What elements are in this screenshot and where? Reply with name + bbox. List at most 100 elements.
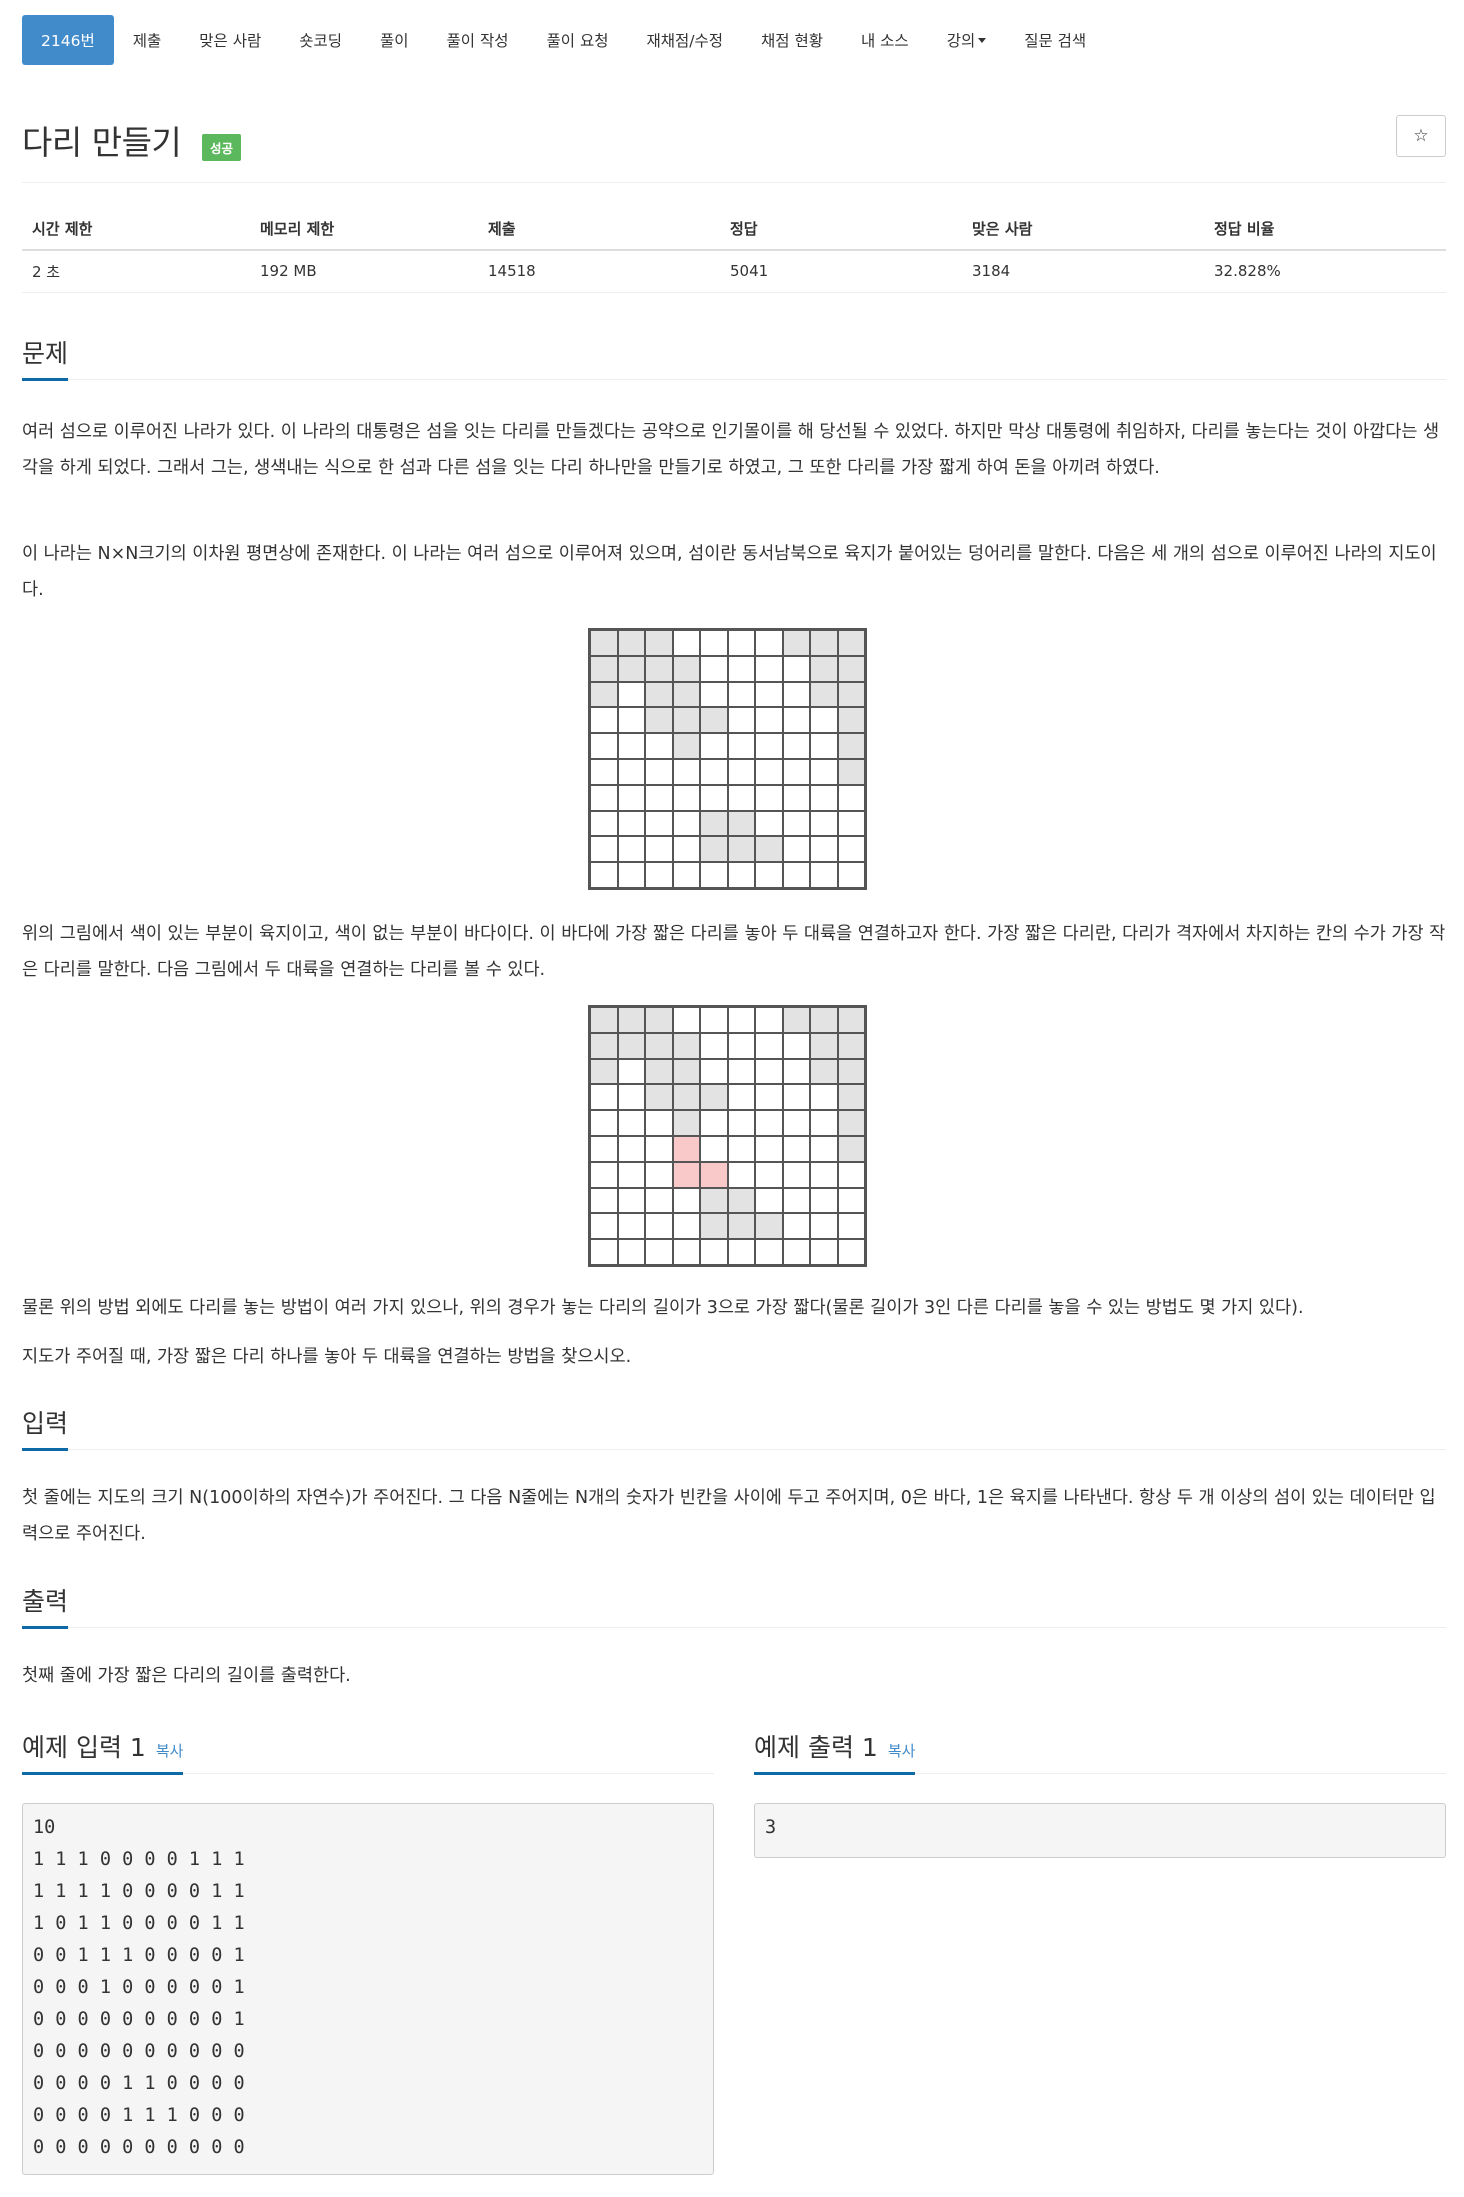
sea-cell bbox=[617, 784, 645, 811]
input-section-header: 입력 bbox=[22, 1396, 1446, 1451]
sea-cell bbox=[645, 733, 673, 759]
tab-solutions[interactable]: 풀이 bbox=[361, 15, 428, 65]
tab-problem[interactable]: 2146번 bbox=[22, 15, 114, 65]
sea-cell bbox=[810, 1213, 838, 1240]
land-cell bbox=[617, 630, 645, 656]
sea-cell bbox=[617, 1058, 645, 1085]
land-cell bbox=[755, 1213, 783, 1240]
tab-request-solution[interactable]: 풀이 요청 bbox=[528, 15, 628, 65]
sea-cell bbox=[782, 681, 810, 708]
table-cell: 14518 bbox=[478, 250, 720, 293]
sea-cell bbox=[782, 1032, 810, 1059]
sea-cell bbox=[782, 1110, 810, 1136]
sea-cell bbox=[645, 1135, 673, 1162]
problem-nav: 2146번 제출 맞은 사람 숏코딩 풀이 풀이 작성 풀이 요청 재채점/수정… bbox=[22, 15, 1105, 65]
land-cell bbox=[645, 630, 673, 656]
sea-cell bbox=[782, 1239, 810, 1265]
sea-cell bbox=[700, 1058, 728, 1085]
sea-cell bbox=[617, 1213, 645, 1240]
sea-cell bbox=[727, 707, 755, 734]
problem-info-table: 시간 제한 메모리 제한 제출 정답 맞은 사람 정답 비율 2 초 192 M… bbox=[22, 208, 1446, 293]
sea-cell bbox=[672, 862, 700, 888]
sea-cell bbox=[810, 862, 838, 888]
tab-solved-users[interactable]: 맞은 사람 bbox=[180, 15, 280, 65]
land-cell bbox=[645, 707, 673, 734]
tab-status[interactable]: 채점 현황 bbox=[742, 15, 842, 65]
land-cell bbox=[590, 1058, 618, 1085]
sea-cell bbox=[755, 1110, 783, 1136]
land-cell bbox=[727, 1213, 755, 1240]
land-cell bbox=[837, 655, 865, 682]
land-cell bbox=[672, 1058, 700, 1085]
land-cell bbox=[837, 758, 865, 785]
section-heading: 예제 출력 1 복사 bbox=[754, 1728, 916, 1775]
tab-submit[interactable]: 제출 bbox=[114, 15, 181, 65]
tab-lectures[interactable]: 강의 bbox=[928, 15, 1006, 65]
sea-cell bbox=[782, 1187, 810, 1214]
sea-cell bbox=[590, 707, 618, 734]
copy-output-link[interactable]: 복사 bbox=[888, 1742, 916, 1760]
land-cell bbox=[672, 655, 700, 682]
sea-cell bbox=[645, 836, 673, 863]
input-description: 첫 줄에는 지도의 크기 N(100이하의 자연수)가 주어진다. 그 다음 N… bbox=[22, 1488, 1436, 1544]
sea-cell bbox=[617, 1239, 645, 1265]
bridge-cell bbox=[672, 1161, 700, 1188]
table-header: 정답 bbox=[720, 208, 962, 251]
land-cell bbox=[645, 1032, 673, 1059]
sea-cell bbox=[782, 862, 810, 888]
section-heading: 문제 bbox=[22, 334, 69, 381]
sea-cell bbox=[590, 1161, 618, 1188]
table-header-row: 시간 제한 메모리 제한 제출 정답 맞은 사람 정답 비율 bbox=[22, 208, 1446, 251]
table-cell: 2 초 bbox=[22, 250, 250, 293]
sea-cell bbox=[727, 1058, 755, 1085]
sea-cell bbox=[617, 810, 645, 837]
tab-rejudge[interactable]: 재채점/수정 bbox=[627, 15, 742, 65]
sea-cell bbox=[727, 1135, 755, 1162]
table-header: 메모리 제한 bbox=[250, 208, 478, 251]
tab-write-solution[interactable]: 풀이 작성 bbox=[428, 15, 528, 65]
sea-cell bbox=[755, 655, 783, 682]
sea-cell bbox=[782, 1213, 810, 1240]
tab-question-search[interactable]: 질문 검색 bbox=[1005, 15, 1105, 65]
sea-cell bbox=[755, 1032, 783, 1059]
sea-cell bbox=[700, 1110, 728, 1136]
sea-cell bbox=[810, 758, 838, 785]
sea-cell bbox=[755, 681, 783, 708]
land-cell bbox=[810, 1007, 838, 1033]
sea-cell bbox=[590, 1110, 618, 1136]
land-cell bbox=[672, 1110, 700, 1136]
table-row: 2 초 192 MB 14518 5041 3184 32.828% bbox=[22, 250, 1446, 293]
sea-cell bbox=[617, 1187, 645, 1214]
land-cell bbox=[700, 1084, 728, 1111]
land-cell bbox=[590, 1032, 618, 1059]
tab-my-source[interactable]: 내 소스 bbox=[842, 15, 928, 65]
land-cell bbox=[617, 1007, 645, 1033]
sea-cell bbox=[645, 1110, 673, 1136]
land-cell bbox=[700, 810, 728, 837]
sea-cell bbox=[727, 1161, 755, 1188]
favorite-button[interactable]: ☆ bbox=[1396, 115, 1446, 157]
table-header: 시간 제한 bbox=[22, 208, 250, 251]
sea-cell bbox=[617, 1084, 645, 1111]
sea-cell bbox=[727, 758, 755, 785]
sea-cell bbox=[782, 784, 810, 811]
tab-lectures-label: 강의 bbox=[946, 32, 976, 50]
sea-cell bbox=[645, 1239, 673, 1265]
sea-cell bbox=[590, 810, 618, 837]
tab-short-coding[interactable]: 숏코딩 bbox=[280, 15, 361, 65]
sea-cell bbox=[810, 1110, 838, 1136]
copy-input-link[interactable]: 복사 bbox=[156, 1742, 184, 1760]
section-heading: 입력 bbox=[22, 1404, 69, 1451]
sea-cell bbox=[590, 1135, 618, 1162]
sea-cell bbox=[590, 862, 618, 888]
divider bbox=[22, 182, 1446, 183]
land-cell bbox=[645, 1084, 673, 1111]
land-cell bbox=[700, 836, 728, 863]
sea-cell bbox=[617, 1161, 645, 1188]
land-cell bbox=[590, 681, 618, 708]
sea-cell bbox=[617, 1135, 645, 1162]
sea-cell bbox=[810, 810, 838, 837]
land-cell bbox=[672, 1032, 700, 1059]
sea-cell bbox=[672, 630, 700, 656]
sea-cell bbox=[727, 733, 755, 759]
